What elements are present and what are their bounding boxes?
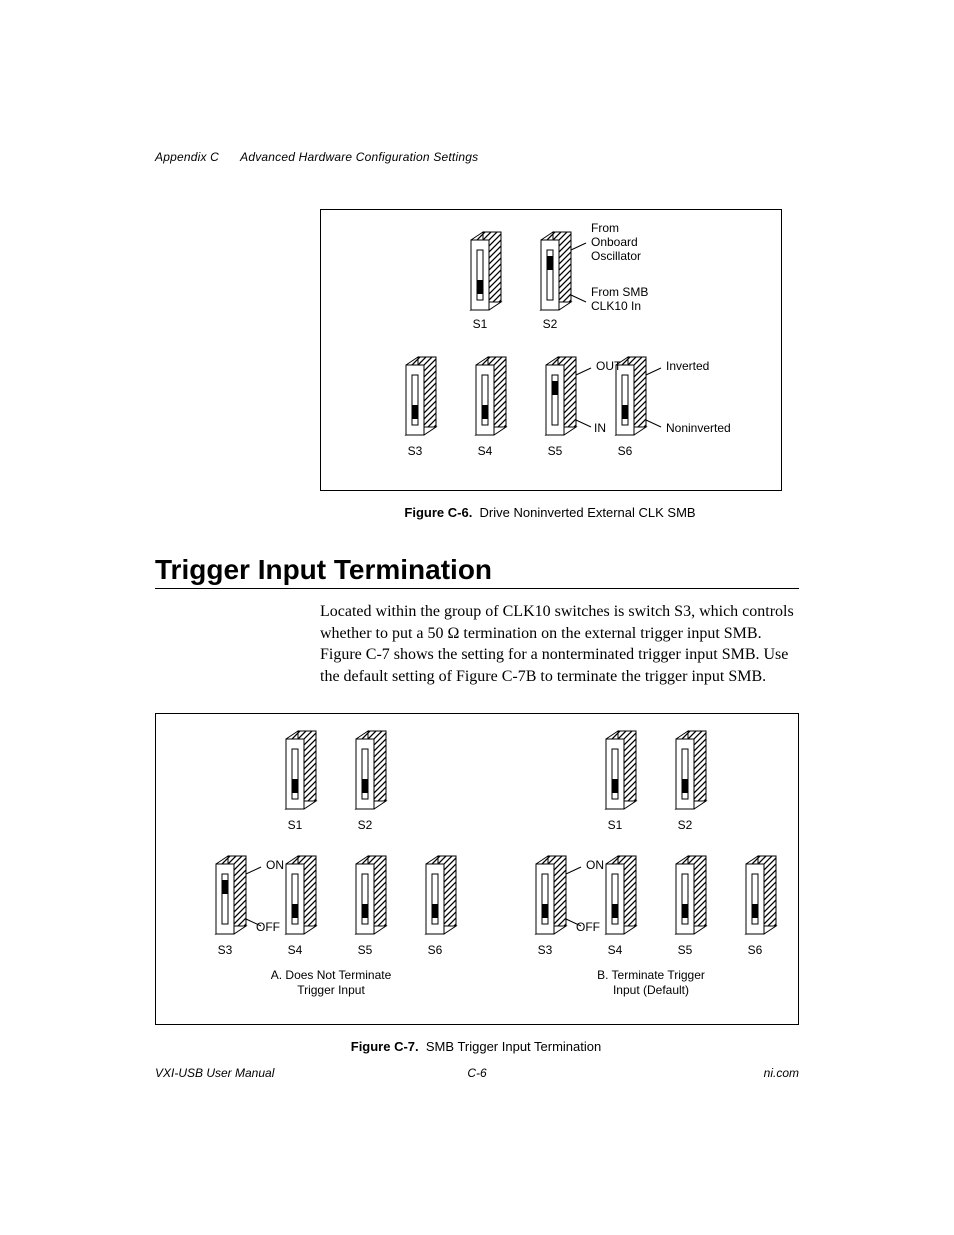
label-s3: S3 [408, 444, 423, 458]
a-cap2: Trigger Input [297, 983, 365, 997]
b-s6: S6 [748, 943, 763, 957]
label-smb2: CLK10 In [591, 299, 641, 313]
figure-c6-caption: Figure C-6. Drive Noninverted External C… [320, 505, 780, 520]
a-on: ON [266, 858, 284, 872]
b-s5: S5 [678, 943, 693, 957]
running-head: Appendix C Advanced Hardware Configurati… [155, 150, 799, 164]
figure-c6-box: S1 S2 From Onboard Oscillator From SMB C… [320, 209, 782, 491]
label-s6: S6 [618, 444, 633, 458]
a-cap1: A. Does Not Terminate [271, 968, 392, 982]
b-s1: S1 [608, 818, 623, 832]
caption7-num: Figure C-7. [351, 1039, 419, 1054]
label-s2: S2 [543, 317, 558, 331]
section-heading: Trigger Input Termination [155, 554, 799, 589]
label-s1: S1 [473, 317, 488, 331]
a-s6: S6 [428, 943, 443, 957]
label-inv: Inverted [666, 359, 709, 373]
footer-center: C-6 [155, 1066, 799, 1080]
label-from1: From [591, 221, 619, 235]
runhead-title: Advanced Hardware Configuration Settings [240, 150, 478, 164]
b-cap2: Input (Default) [613, 983, 689, 997]
b-s3: S3 [538, 943, 553, 957]
b-s4: S4 [608, 943, 623, 957]
caption7-text: SMB Trigger Input Termination [426, 1039, 601, 1054]
caption-text: Drive Noninverted External CLK SMB [480, 505, 696, 520]
page-footer: VXI-USB User Manual C-6 ni.com [155, 1066, 799, 1080]
label-noninv: Noninverted [666, 421, 731, 435]
a-s2: S2 [358, 818, 373, 832]
figure-c6-svg: S1 S2 From Onboard Oscillator From SMB C… [321, 210, 781, 490]
a-s1: S1 [288, 818, 303, 832]
page: Appendix C Advanced Hardware Configurati… [0, 0, 954, 1235]
label-from2: Onboard [591, 235, 638, 249]
b-off: OFF [576, 920, 600, 934]
label-s5: S5 [548, 444, 563, 458]
label-out: OUT [596, 359, 622, 373]
b-s2: S2 [678, 818, 693, 832]
figure-c7-caption: Figure C-7. SMB Trigger Input Terminatio… [155, 1039, 797, 1054]
a-s4: S4 [288, 943, 303, 957]
b-cap1: B. Terminate Trigger [597, 968, 705, 982]
figure-c7-svg: S1 S2 [156, 714, 798, 1024]
a-off: OFF [256, 920, 280, 934]
caption-num: Figure C-6. [404, 505, 472, 520]
figure-c7-box: S1 S2 [155, 713, 799, 1025]
label-smb1: From SMB [591, 285, 648, 299]
label-s4: S4 [478, 444, 493, 458]
a-s3: S3 [218, 943, 233, 957]
a-s5: S5 [358, 943, 373, 957]
label-in: IN [594, 421, 606, 435]
body-paragraph: Located within the group of CLK10 switch… [320, 601, 795, 687]
runhead-appendix: Appendix C [155, 150, 219, 164]
b-on: ON [586, 858, 604, 872]
label-from3: Oscillator [591, 249, 641, 263]
